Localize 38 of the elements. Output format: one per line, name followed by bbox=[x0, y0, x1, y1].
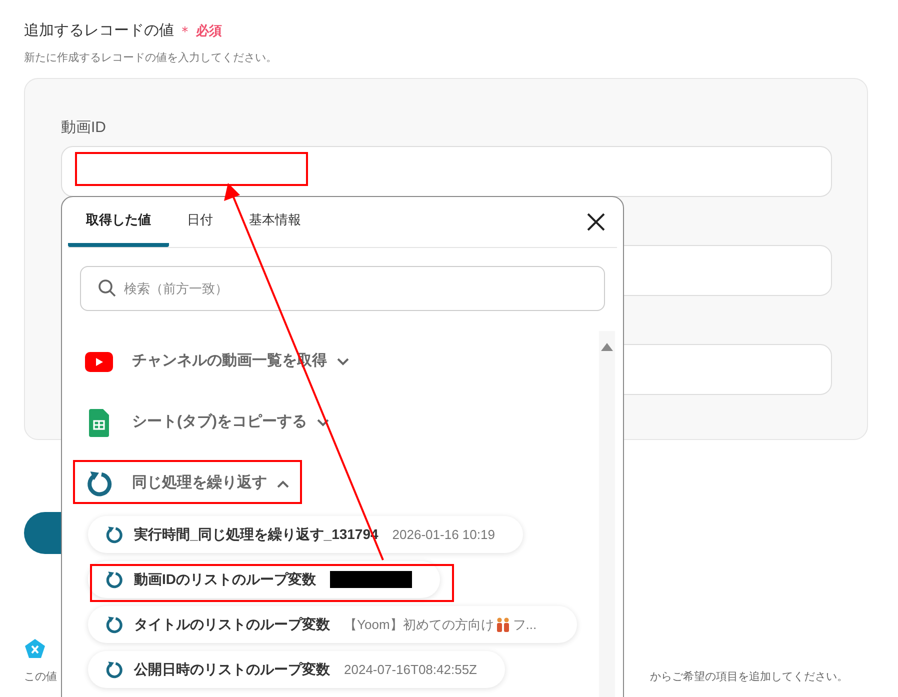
variable-value: 【Yoom】初めての方向け bbox=[344, 616, 494, 634]
note-text: からご希望の項目を追加してください。 bbox=[650, 670, 848, 684]
variable-value: フ... bbox=[512, 616, 537, 634]
field-label: 動画ID bbox=[61, 118, 107, 138]
tab[interactable]: 基本情報 bbox=[231, 196, 319, 247]
required-label: 必須 bbox=[196, 22, 222, 40]
close-icon[interactable] bbox=[587, 213, 605, 231]
description: 新たに作成するレコードの値を入力してください。 bbox=[24, 50, 278, 66]
people-icon bbox=[496, 616, 510, 632]
variable-item[interactable]: 動画IDのリストのループ変数 bbox=[88, 561, 440, 598]
loop-icon bbox=[104, 570, 124, 590]
variable-value: 2026-01-16 10:19 bbox=[392, 526, 495, 544]
play-icon bbox=[85, 352, 113, 372]
variable-name: 公開日時のリストのループ変数 bbox=[134, 660, 330, 679]
required-mark: ＊ bbox=[178, 22, 192, 40]
pentagon-icon bbox=[24, 638, 46, 660]
scroll-up-icon[interactable] bbox=[601, 343, 613, 351]
variable-item[interactable]: タイトルのリストのループ変数 【Yoom】初めての方向け フ... bbox=[88, 606, 577, 643]
tab[interactable]: 日付 bbox=[169, 196, 231, 247]
loop-icon bbox=[104, 660, 124, 680]
note-text: この値 bbox=[24, 670, 57, 684]
scrollbar[interactable] bbox=[599, 331, 615, 697]
spreadsheet-icon bbox=[89, 408, 109, 436]
loop-icon bbox=[104, 524, 124, 544]
group-header[interactable]: シート(タブ)をコピーする bbox=[74, 392, 623, 453]
input-field[interactable] bbox=[61, 146, 832, 196]
group-header[interactable]: 同じ処理を繰り返す bbox=[74, 453, 623, 514]
group-title: シート(タブ)をコピーする bbox=[132, 412, 307, 432]
tab[interactable]: 取得した値 bbox=[68, 196, 169, 247]
variable-value: 2024-07-16T08:42:55Z bbox=[344, 660, 477, 679]
loop-icon bbox=[104, 614, 124, 634]
section-title: 追加するレコードの値 bbox=[24, 20, 174, 41]
variable-name: 動画IDのリストのループ変数 bbox=[134, 570, 316, 589]
variable-item[interactable]: 公開日時のリストのループ変数 2024-07-16T08:42:55Z bbox=[88, 651, 505, 688]
group-title: 同じ処理を繰り返す bbox=[132, 473, 267, 494]
search-icon bbox=[98, 279, 116, 297]
variable-name: タイトルのリストのループ変数 bbox=[134, 615, 330, 634]
search-field[interactable]: 検索（前方一致） bbox=[80, 266, 605, 311]
